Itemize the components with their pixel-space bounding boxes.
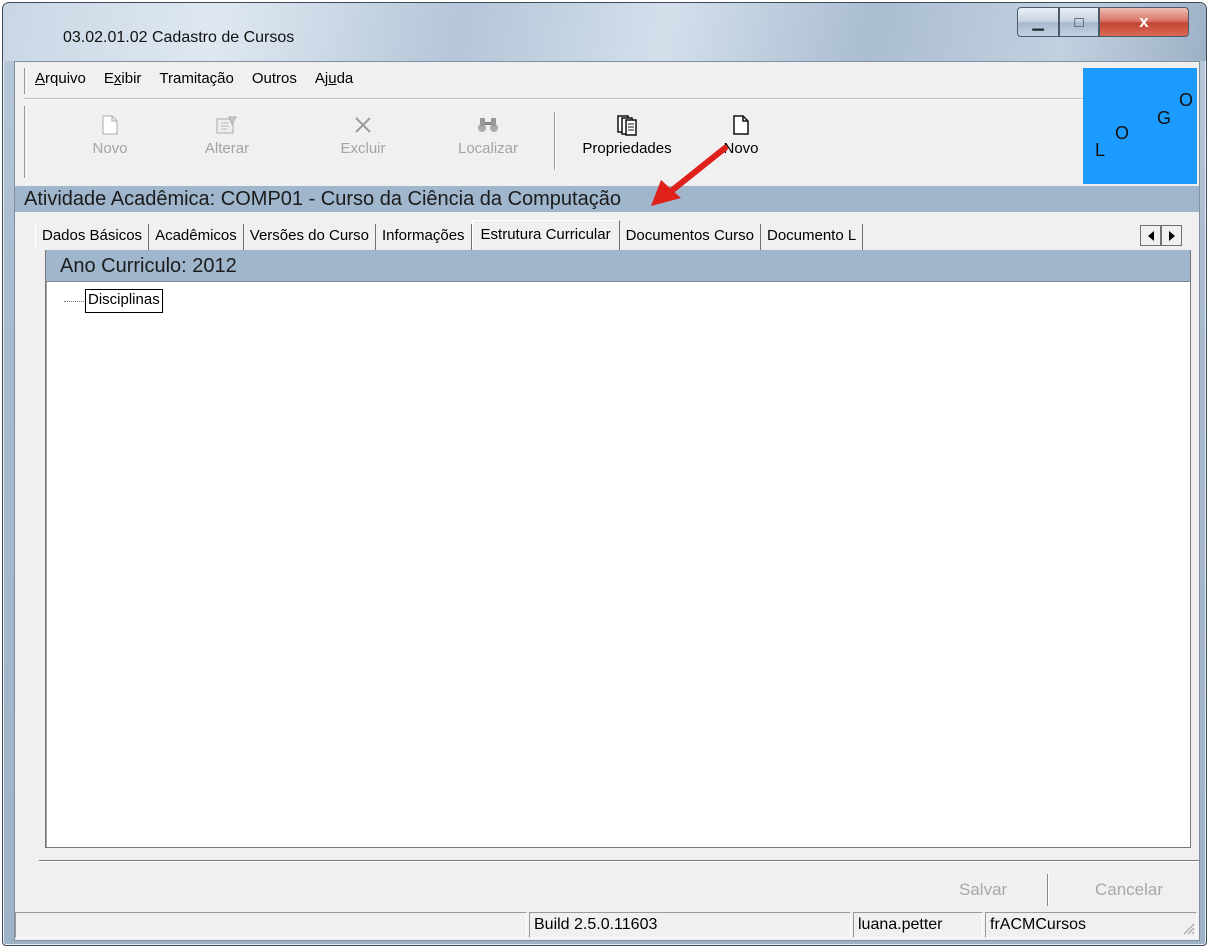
triangle-left-icon bbox=[1147, 230, 1154, 241]
activity-header: Atividade Acadêmica: COMP01 - Curso da C… bbox=[15, 186, 1199, 212]
tab-informacoes[interactable]: Informações bbox=[376, 224, 472, 250]
toolbar-excluir-label: Excluir bbox=[340, 140, 386, 157]
cancel-button[interactable]: Cancelar bbox=[1095, 880, 1163, 900]
status-bar: Build 2.5.0.11603 luana.petter frACMCurs… bbox=[15, 910, 1199, 940]
menu-exibir-mnemonic: x bbox=[113, 70, 122, 87]
menu-exibir[interactable]: Exibir bbox=[102, 70, 144, 94]
status-form: frACMCursos bbox=[985, 912, 1197, 938]
binoculars-icon bbox=[477, 110, 499, 140]
logo-letter-1: L bbox=[1095, 140, 1106, 160]
menu-grip-handle[interactable] bbox=[24, 68, 27, 94]
tab-scroll-controls bbox=[1140, 225, 1182, 246]
logo-letter-4: O bbox=[1179, 90, 1194, 110]
toolbar-separator bbox=[554, 112, 556, 170]
tree-item-disciplinas[interactable]: Disciplinas bbox=[64, 289, 163, 313]
tab-academicos[interactable]: Acadêmicos bbox=[149, 224, 244, 250]
tab-scroll-left-button[interactable] bbox=[1140, 225, 1161, 246]
tab-dados-basicos[interactable]: Dados Básicos bbox=[35, 224, 150, 250]
logo-letter-3: G bbox=[1157, 108, 1172, 128]
tab-strip: Dados Básicos Acadêmicos Versões do Curs… bbox=[35, 218, 1185, 250]
menu-arquivo[interactable]: Arquivo bbox=[33, 70, 88, 94]
tree-item-label[interactable]: Disciplinas bbox=[85, 289, 163, 313]
app-window: 03.02.01.02 Cadastro de Cursos ▁ □ x Arq… bbox=[2, 2, 1207, 946]
logo: L O G O bbox=[1083, 68, 1197, 184]
toolbar-grip-handle[interactable] bbox=[24, 106, 27, 178]
tree-connector bbox=[64, 300, 84, 302]
maximize-button[interactable]: □ bbox=[1059, 7, 1099, 37]
toolbar-localizar-button[interactable]: Localizar bbox=[446, 110, 530, 176]
save-button[interactable]: Salvar bbox=[959, 880, 1007, 900]
menu-arquivo-mnemonic: A bbox=[35, 70, 46, 87]
curriculum-panel: Ano Curriculo: 2012 Disciplinas bbox=[45, 250, 1191, 848]
toolbar-novo-disabled-label: Novo bbox=[92, 140, 128, 157]
pages-icon bbox=[616, 110, 638, 140]
menu-bar: Arquivo Exibir Tramitação Outros Ajuda bbox=[33, 70, 355, 94]
menu-outros[interactable]: Outros bbox=[250, 70, 299, 94]
toolbar-alterar-label: Alterar bbox=[204, 140, 250, 157]
toolbar-novo-disabled-button[interactable]: Novo bbox=[75, 110, 145, 176]
status-user: luana.petter bbox=[853, 912, 983, 938]
new-document-icon bbox=[733, 110, 749, 140]
tab-versoes-do-curso[interactable]: Versões do Curso bbox=[243, 224, 376, 250]
client-area: Arquivo Exibir Tramitação Outros Ajuda N… bbox=[14, 61, 1200, 941]
window-title: 03.02.01.02 Cadastro de Cursos bbox=[63, 29, 295, 46]
triangle-right-icon bbox=[1168, 230, 1175, 241]
tab-documentos-curso[interactable]: Documentos Curso bbox=[619, 224, 761, 250]
logo-letter-2: O bbox=[1115, 123, 1130, 143]
panel-header: Ano Curriculo: 2012 bbox=[46, 250, 1190, 282]
bottom-divider bbox=[39, 860, 1199, 862]
menu-tramitacao[interactable]: Tramitação bbox=[157, 70, 235, 94]
tab-scroll-right-button[interactable] bbox=[1161, 225, 1182, 246]
menu-ajuda-mnemonic: u bbox=[328, 70, 337, 87]
toolbar-localizar-label: Localizar bbox=[457, 140, 519, 157]
red-arrow-icon bbox=[651, 145, 728, 206]
minimize-button[interactable]: ▁ bbox=[1017, 7, 1059, 37]
new-document-icon bbox=[102, 110, 118, 140]
toolbar-excluir-button[interactable]: Excluir bbox=[328, 110, 398, 176]
delete-x-icon bbox=[354, 110, 372, 140]
tab-estrutura-curricular[interactable]: Estrutura Curricular bbox=[471, 220, 620, 250]
status-build: Build 2.5.0.11603 bbox=[529, 912, 851, 938]
toolbar-alterar-button[interactable]: Alterar bbox=[192, 110, 262, 176]
edit-form-icon bbox=[216, 110, 238, 140]
resize-grip-icon[interactable] bbox=[1181, 921, 1195, 938]
menu-ajuda[interactable]: Ajuda bbox=[313, 70, 355, 94]
title-bar[interactable]: 03.02.01.02 Cadastro de Cursos ▁ □ x bbox=[3, 3, 1206, 61]
toolbar-divider bbox=[24, 98, 1084, 100]
tab-documento-l[interactable]: Documento L bbox=[760, 224, 864, 250]
status-cell-empty bbox=[15, 912, 527, 938]
close-button[interactable]: x bbox=[1099, 7, 1189, 37]
action-separator bbox=[1047, 874, 1049, 906]
